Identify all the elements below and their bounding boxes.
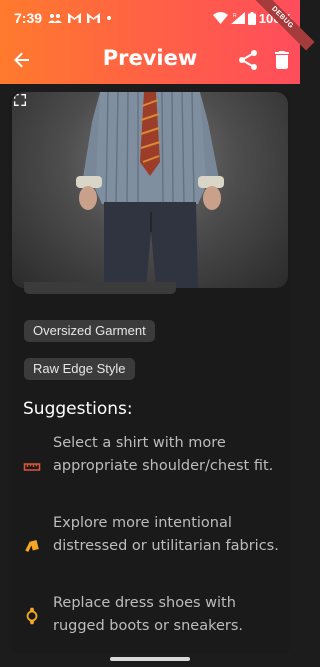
ruler-icon xyxy=(23,463,41,471)
wifi-icon xyxy=(212,12,228,24)
person-illustration xyxy=(76,92,224,288)
group-icon xyxy=(48,14,63,23)
preview-card: Oversized Garment Raw Edge Style Suggest… xyxy=(9,92,291,654)
battery-icon xyxy=(247,11,256,25)
gesture-nav-bar[interactable] xyxy=(110,657,190,661)
status-time: 7:39 xyxy=(14,10,43,26)
trash-icon[interactable] xyxy=(270,48,294,72)
suggestions-heading: Suggestions: xyxy=(23,399,133,419)
suggestion-text: Replace dress shoes with rugged boots or… xyxy=(53,595,244,634)
fullscreen-icon[interactable] xyxy=(12,92,28,108)
tag-chip-partial xyxy=(24,282,176,294)
fabric-swatch-icon xyxy=(25,540,39,552)
app-bar: Preview xyxy=(0,36,300,84)
status-bar: 7:39 R 100% xyxy=(0,0,300,36)
notification-icons xyxy=(48,13,112,23)
tag-chip: Raw Edge Style xyxy=(24,358,135,380)
share-icon[interactable] xyxy=(236,48,260,72)
gmail-icon xyxy=(68,13,82,23)
suggestion-text: Select a shirt with more appropriate sho… xyxy=(53,435,274,474)
watch-icon xyxy=(26,607,38,625)
suggestion-text: Explore more intentional distressed or u… xyxy=(53,515,279,554)
top-gradient-header: 7:39 R 100% DEBUG Preview xyxy=(0,0,315,84)
dot-icon xyxy=(107,16,112,20)
tag-chip: Oversized Garment xyxy=(24,320,155,342)
signal-icon: R xyxy=(230,12,245,24)
gmail-icon xyxy=(87,13,101,23)
svg-text:R: R xyxy=(233,13,237,19)
outfit-photo[interactable] xyxy=(12,92,288,288)
